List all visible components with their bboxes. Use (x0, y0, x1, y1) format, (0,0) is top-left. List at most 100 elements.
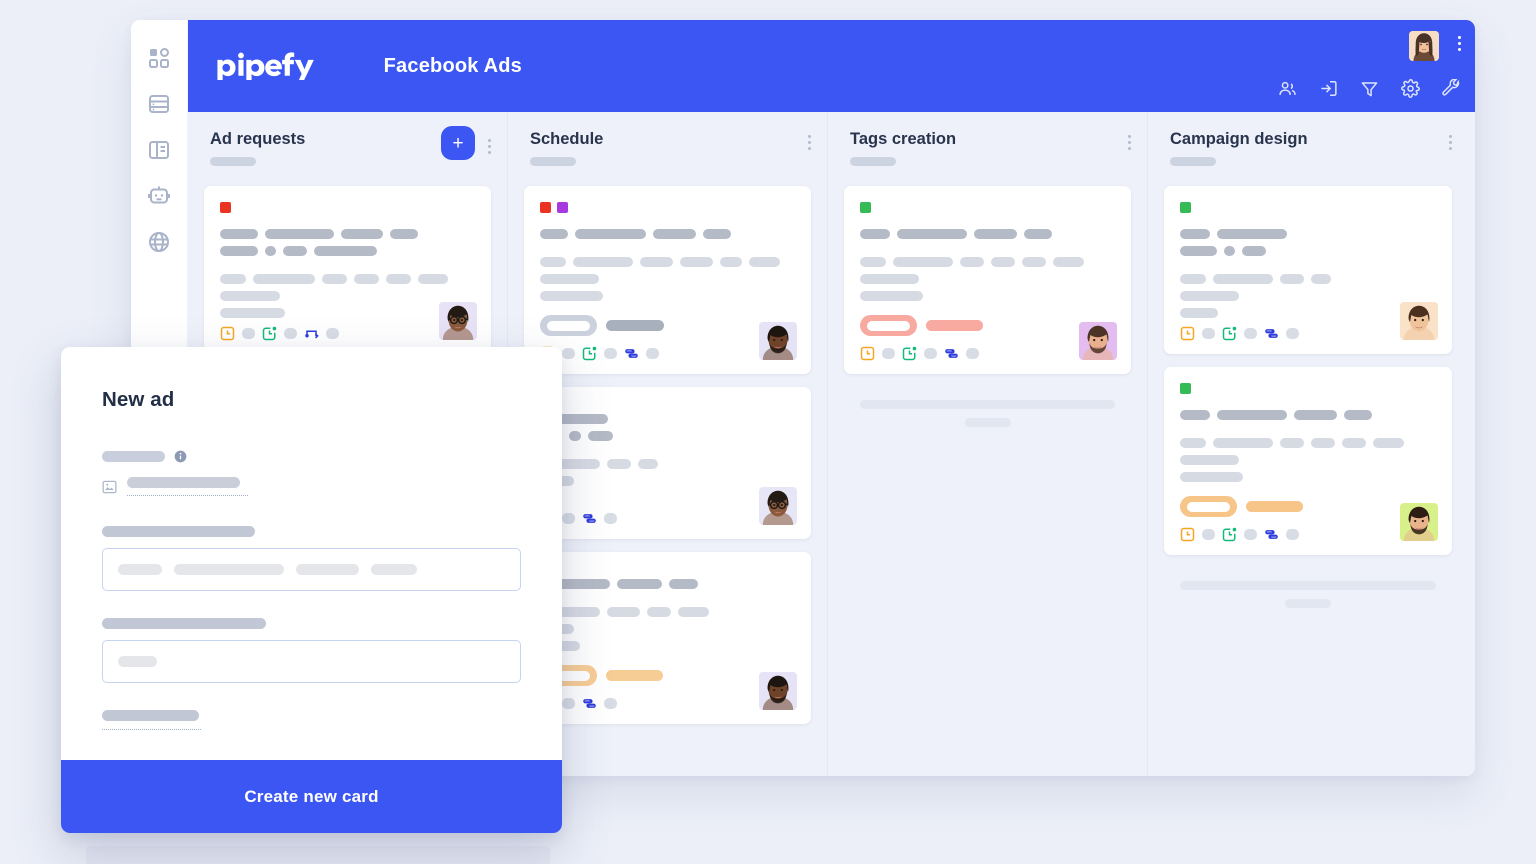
skeleton-bar (653, 229, 696, 239)
toolbar (1278, 79, 1461, 98)
image-attachment-icon[interactable] (102, 480, 117, 494)
calendar-badge-icon[interactable] (582, 346, 597, 361)
card-assignee-avatar[interactable] (759, 487, 797, 525)
board-column: Tags creation (828, 112, 1148, 776)
skeleton-bar (991, 257, 1015, 267)
card-footer-count-skeleton (562, 348, 575, 359)
dashboard-icon[interactable] (147, 46, 171, 70)
column-menu-button[interactable] (488, 136, 491, 157)
board-card[interactable] (1164, 367, 1452, 555)
kebab-dot (808, 141, 811, 144)
skeleton-line (860, 274, 1115, 284)
sync-badge-icon[interactable] (582, 511, 597, 526)
skeleton-bar (1311, 274, 1331, 284)
board-card[interactable] (844, 186, 1131, 374)
card-assignee-avatar[interactable] (759, 672, 797, 710)
calendar-badge-icon[interactable] (902, 346, 917, 361)
column-menu-button[interactable] (1128, 132, 1131, 153)
create-new-card-button[interactable]: Create new card (61, 760, 562, 833)
card-spacer (540, 246, 795, 257)
card-spacer (540, 448, 795, 459)
card-assignee-avatar[interactable] (759, 322, 797, 360)
field-value-row[interactable] (102, 477, 521, 496)
skeleton-line (1180, 438, 1436, 448)
kebab-dot (808, 135, 811, 138)
card-footer (220, 326, 475, 341)
column-menu-button[interactable] (1449, 132, 1452, 153)
skeleton-bar (1217, 410, 1287, 420)
card-tags (220, 202, 475, 213)
skeleton-bar (1217, 229, 1287, 239)
column-actions (1449, 130, 1452, 153)
wrench-icon[interactable] (1442, 79, 1461, 98)
column-menu-button[interactable] (808, 132, 811, 153)
card-assignee-avatar[interactable] (1400, 302, 1438, 340)
skeleton-bar (1280, 438, 1304, 448)
skeleton-bar (720, 257, 742, 267)
column-title: Schedule (530, 130, 604, 148)
card-assignee-avatar[interactable] (1400, 503, 1438, 541)
clock-badge-icon[interactable] (1180, 326, 1195, 341)
skeleton-bar (220, 246, 258, 256)
card-assignee-avatar[interactable] (439, 302, 477, 340)
skeleton-bar (860, 291, 923, 301)
calendar-badge-icon[interactable] (1222, 326, 1237, 341)
card-footer (1180, 527, 1436, 542)
text-field-3 (102, 710, 521, 730)
text-input[interactable] (102, 640, 521, 683)
add-card-button[interactable]: + (441, 126, 475, 160)
sync-badge-icon[interactable] (1264, 527, 1279, 542)
skeleton-line (540, 624, 795, 634)
import-icon[interactable] (1319, 79, 1338, 98)
clock-badge-icon[interactable] (220, 326, 235, 341)
board-card[interactable] (524, 552, 811, 724)
board-title: Facebook Ads (383, 54, 522, 77)
layout-icon[interactable] (147, 138, 171, 162)
sync-badge-icon[interactable] (582, 696, 597, 711)
calendar-badge-icon[interactable] (1222, 527, 1237, 542)
clock-badge-icon[interactable] (860, 346, 875, 361)
calendar-badge-icon[interactable] (262, 326, 277, 341)
card-footer-count-skeleton (562, 698, 575, 709)
card-footer-count-skeleton (882, 348, 895, 359)
skeleton-bar (638, 459, 658, 469)
skeleton-bar (220, 308, 285, 318)
skeleton-bar (1022, 257, 1046, 267)
info-icon[interactable] (174, 450, 187, 463)
skeleton-bar (960, 257, 984, 267)
skeleton-bar (669, 579, 698, 589)
card-footer (540, 346, 795, 361)
sync-badge-icon[interactable] (1264, 326, 1279, 341)
connector-badge-icon[interactable] (304, 326, 319, 341)
column-actions (808, 130, 811, 153)
sync-badge-icon[interactable] (624, 346, 639, 361)
card-tags (1180, 383, 1436, 394)
skeleton-line (220, 308, 475, 318)
skeleton-bar (1180, 274, 1206, 284)
column-title-group: Tags creation (850, 130, 956, 167)
portal-globe-icon[interactable] (147, 230, 171, 254)
sync-badge-icon[interactable] (944, 346, 959, 361)
board-menu-button[interactable] (1458, 36, 1461, 54)
database-icon[interactable] (147, 92, 171, 116)
input-placeholder-skeleton (118, 656, 157, 667)
clock-badge-icon[interactable] (1180, 527, 1195, 542)
card-assignee-avatar[interactable] (1079, 322, 1117, 360)
members-icon[interactable] (1278, 79, 1297, 98)
text-input[interactable] (102, 548, 521, 591)
card-badge-bar (606, 320, 664, 331)
skeleton-bar (1294, 410, 1337, 420)
skeleton-bar (540, 229, 568, 239)
board-card[interactable] (524, 387, 811, 539)
avatar[interactable] (1409, 31, 1439, 61)
field-value-group (127, 477, 248, 496)
board-card[interactable] (1164, 186, 1452, 354)
skeleton-bar (1180, 438, 1206, 448)
automation-robot-icon[interactable] (147, 184, 171, 208)
skeleton-bar (283, 246, 307, 256)
skeleton-bar (220, 229, 258, 239)
board-card[interactable] (204, 186, 491, 354)
filter-icon[interactable] (1360, 79, 1379, 98)
board-card[interactable] (524, 186, 811, 374)
settings-gear-icon[interactable] (1401, 79, 1420, 98)
